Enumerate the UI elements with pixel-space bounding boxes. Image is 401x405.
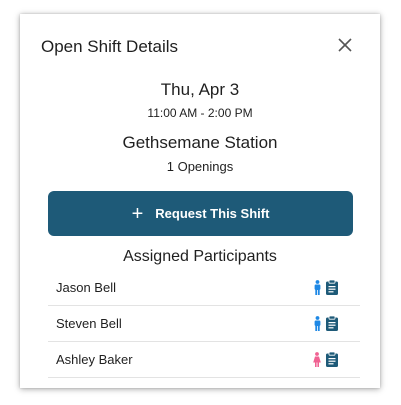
- shift-date: Thu, Apr 3: [160, 80, 240, 99]
- participant-row[interactable]: Steven Bell: [48, 306, 360, 342]
- male-icon: [314, 316, 321, 331]
- participant-list: Jason Bell Steven Bell Ashley Baker: [48, 270, 360, 378]
- close-icon[interactable]: [336, 36, 354, 54]
- shift-openings: 1 Openings: [166, 159, 234, 174]
- participant-row[interactable]: Jason Bell: [48, 270, 360, 306]
- participant-icons: [314, 316, 338, 331]
- shift-station: Gethsemane Station: [122, 133, 278, 152]
- female-icon: [313, 352, 321, 367]
- clipboard-icon[interactable]: [326, 316, 338, 331]
- participant-icons: [313, 352, 338, 367]
- request-shift-label: Request This Shift: [155, 206, 270, 221]
- participant-name: Jason Bell: [56, 280, 116, 295]
- participant-name: Ashley Baker: [56, 352, 133, 367]
- close-button[interactable]: [336, 36, 354, 54]
- male-icon: [314, 280, 321, 295]
- participant-row[interactable]: Ashley Baker: [48, 342, 360, 378]
- assigned-participants-title: Assigned Participants: [123, 248, 277, 265]
- plus-icon: +: [131, 202, 144, 225]
- clipboard-icon[interactable]: [326, 280, 338, 295]
- request-shift-button[interactable]: + Request This Shift: [48, 191, 353, 236]
- shift-time: 11:00 AM - 2:00 PM: [147, 106, 253, 120]
- open-shift-dialog: Open Shift Details Thu, Apr 3 11:00 AM -…: [20, 14, 380, 388]
- participant-name: Steven Bell: [56, 316, 122, 331]
- dialog-title: Open Shift Details: [41, 37, 179, 56]
- participant-icons: [314, 280, 338, 295]
- clipboard-icon[interactable]: [326, 352, 338, 367]
